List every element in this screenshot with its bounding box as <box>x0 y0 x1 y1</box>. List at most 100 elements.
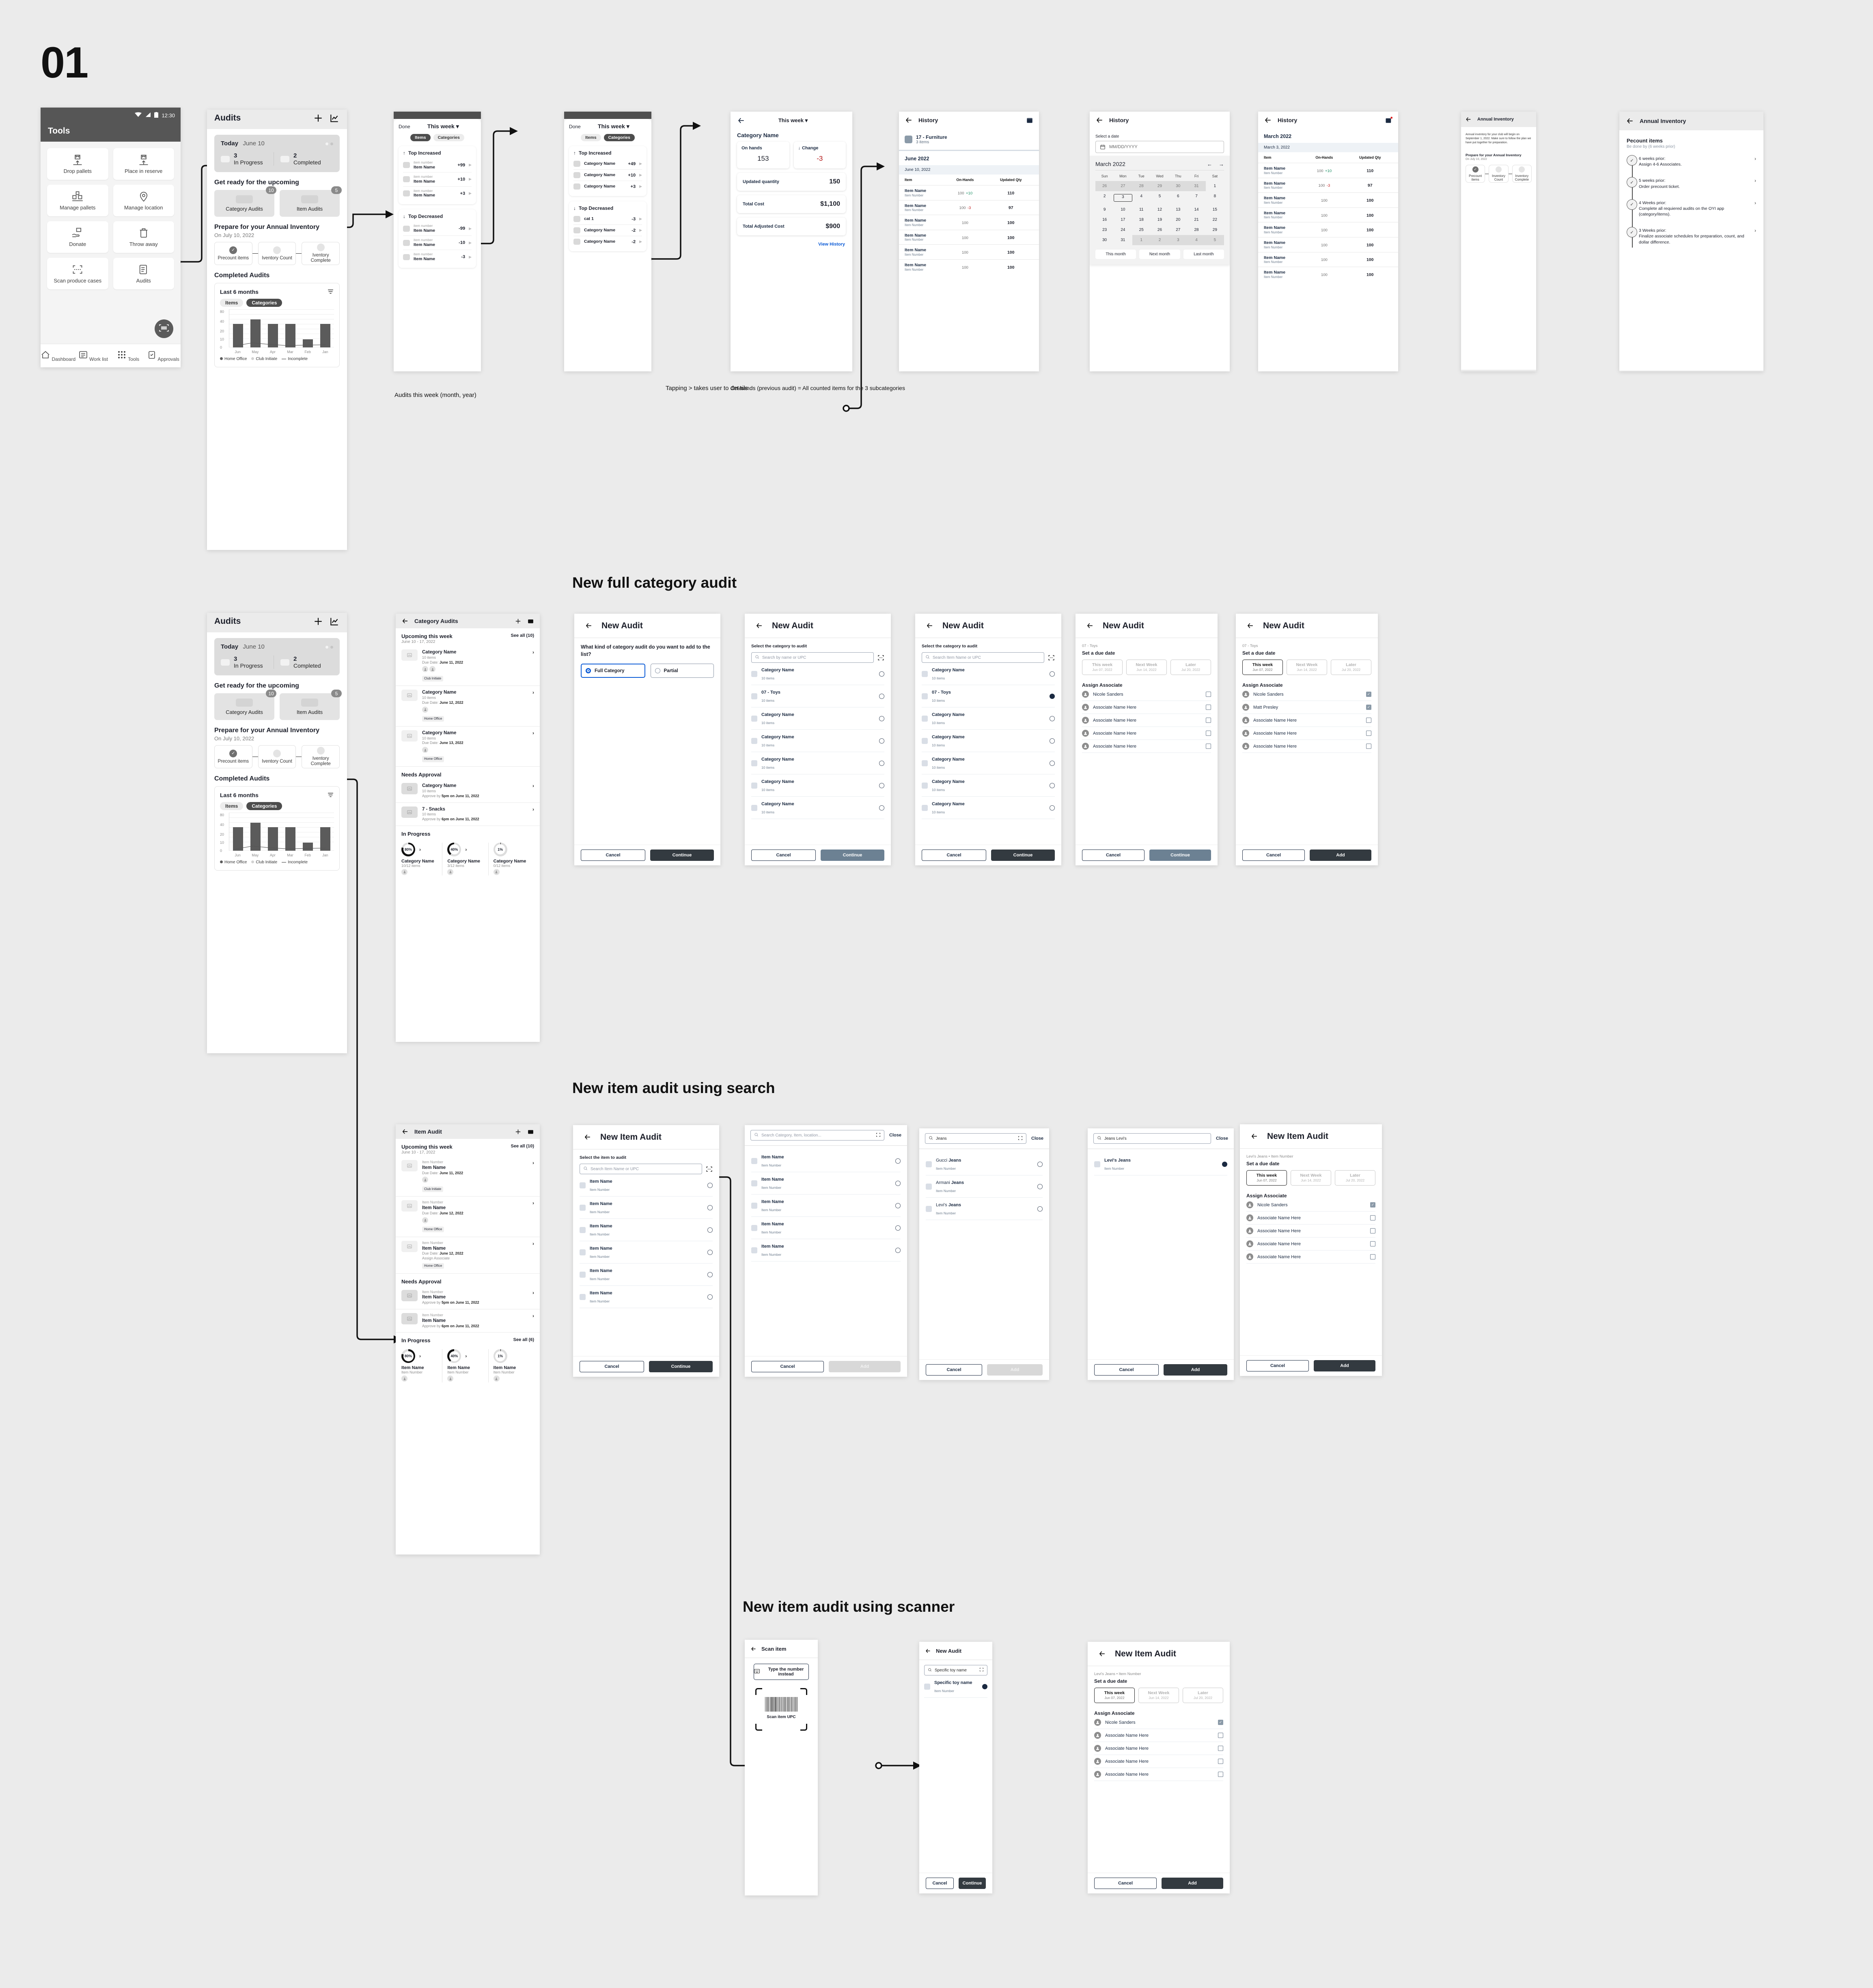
calendar-day[interactable]: 28 <box>1132 181 1151 191</box>
radio-button[interactable] <box>1037 1206 1043 1212</box>
arrow-left-icon[interactable] <box>1246 622 1254 630</box>
radio-button[interactable] <box>879 671 884 677</box>
list-item[interactable]: Item Name Item Number <box>751 1239 901 1261</box>
progress-card[interactable]: 1% Category Name 0/12 items <box>488 842 534 876</box>
calendar-day[interactable]: 12 <box>1151 205 1169 215</box>
tool-card-throw-away[interactable]: Throw away <box>113 221 174 253</box>
progress-card[interactable]: 40% › Category Name 3/12 items <box>442 842 488 876</box>
chip-later[interactable]: Later Jul 20, 2022 <box>1331 660 1371 675</box>
tool-card-scan-produce-cases[interactable]: Scan produce cases <box>47 258 108 289</box>
calendar-day[interactable]: 25 <box>1132 225 1151 235</box>
plus-icon[interactable] <box>515 618 522 625</box>
associate-row[interactable]: Associate Name Here <box>1094 1768 1223 1781</box>
radio-button[interactable] <box>879 738 884 744</box>
list-item[interactable]: Category Name 10 items <box>751 663 884 685</box>
radio-button[interactable] <box>895 1203 901 1208</box>
table-row[interactable]: Item Name Item Number 100 100 <box>899 259 1039 274</box>
calendar-day[interactable]: 10 <box>1114 205 1132 215</box>
scan-icon[interactable] <box>1018 1136 1023 1142</box>
list-item[interactable]: Category Name 10 items <box>922 752 1055 774</box>
associate-row[interactable]: Associate Name Here <box>1242 714 1371 727</box>
radio-button[interactable] <box>707 1227 713 1233</box>
list-item[interactable]: item number Item Name -3 ▶ <box>403 250 472 264</box>
radio-button[interactable] <box>707 1205 713 1210</box>
list-item[interactable]: Category Name +10 ▶ <box>573 170 642 181</box>
checkbox[interactable] <box>1366 731 1371 736</box>
table-row[interactable]: Item Name Item Number 100 100 <box>1258 267 1398 282</box>
radio-button[interactable] <box>707 1182 713 1188</box>
checkbox[interactable] <box>1206 692 1211 697</box>
pill-items[interactable]: Items <box>581 134 601 141</box>
radio-button[interactable] <box>1050 671 1055 677</box>
associate-row[interactable]: Associate Name Here <box>1094 1729 1223 1742</box>
arrow-left-icon[interactable] <box>1250 1132 1258 1140</box>
tool-card-audits[interactable]: Audits <box>113 258 174 289</box>
list-item[interactable]: Category Name 10 items Due Date: June 11… <box>396 646 540 686</box>
trend-icon[interactable] <box>329 616 340 627</box>
radio-button[interactable] <box>895 1158 901 1164</box>
calendar-day[interactable]: 8 <box>1206 191 1224 205</box>
list-item[interactable]: Levi's Jeans Item Number <box>926 1198 1043 1220</box>
scan-icon[interactable] <box>877 654 884 661</box>
calendar-day[interactable]: 6 <box>1169 191 1187 205</box>
checkbox[interactable] <box>1366 718 1371 723</box>
chip-next-week[interactable]: Next Week Jun 14, 2022 <box>1138 1688 1179 1703</box>
calendar-day[interactable]: 5 <box>1205 235 1224 245</box>
checkbox-checked[interactable]: ✓ <box>1218 1720 1223 1725</box>
list-item[interactable]: 07 - Toys 10 items <box>922 685 1055 707</box>
cancel-button[interactable]: Cancel <box>922 850 986 861</box>
continue-button[interactable]: Continue <box>991 850 1055 861</box>
radio-button[interactable] <box>1037 1161 1043 1167</box>
associate-row[interactable]: Associate Name Here <box>1242 727 1371 740</box>
list-item[interactable]: Item Name Item Number <box>580 1174 713 1197</box>
arrow-left-icon[interactable] <box>755 622 763 630</box>
cancel-button[interactable]: Cancel <box>1246 1360 1309 1371</box>
table-row[interactable]: Item Name Item Number 100 -3 97 <box>899 200 1039 215</box>
list-item[interactable]: Category Name 10 items <box>922 774 1055 797</box>
list-item[interactable]: item number Item Name -99 ▶ <box>403 222 472 236</box>
associate-row[interactable]: Associate Name Here <box>1082 714 1211 727</box>
checkbox-checked[interactable]: ✓ <box>1366 692 1371 697</box>
precount-step[interactable]: ✓ 5 weeks prior: Order precount ticket. … <box>1627 177 1756 189</box>
associate-row[interactable]: Matt Presley ✓ <box>1242 701 1371 714</box>
calendar-badge-icon[interactable] <box>1385 116 1392 124</box>
close-button[interactable]: Close <box>889 1133 901 1138</box>
tool-card-place-in-reserve[interactable]: Place in reserve <box>113 148 174 180</box>
calendar-day[interactable]: 18 <box>1132 215 1151 225</box>
period-selector[interactable]: This week ▾ <box>581 123 647 130</box>
arrow-left-icon[interactable] <box>585 622 593 630</box>
arrow-left-icon[interactable] <box>401 617 409 625</box>
calendar-day[interactable]: 20 <box>1169 215 1187 225</box>
calendar-day[interactable]: 15 <box>1206 205 1224 215</box>
scan-icon[interactable] <box>876 1132 881 1138</box>
view-history-link[interactable]: View History <box>731 235 852 247</box>
chip-this-week[interactable]: This week Jun 07, 2022 <box>1242 660 1283 675</box>
continue-button[interactable]: Continue <box>649 1361 713 1372</box>
arrow-left-icon[interactable] <box>1626 117 1634 125</box>
checkbox[interactable] <box>1366 744 1371 749</box>
continue-button[interactable]: Continue <box>650 850 714 861</box>
step-inventory-count[interactable]: Iventory Count <box>258 242 296 265</box>
list-item[interactable]: item number Item Name +99 ▶ <box>403 158 472 172</box>
see-all-link[interactable]: See all (6) <box>513 1337 534 1342</box>
step-inventory-count[interactable]: Iventory Count <box>258 745 296 769</box>
radio-button[interactable] <box>879 760 884 766</box>
radio-button[interactable] <box>1050 783 1055 788</box>
calendar-day[interactable]: 27 <box>1114 181 1132 191</box>
calendar-day-selected[interactable]: 3 <box>1114 191 1132 205</box>
progress-card[interactable]: 80% › Item Name Item Number <box>401 1349 442 1382</box>
radio-full-category[interactable]: Full Category <box>581 664 645 678</box>
search-input[interactable]: Specific toy name <box>924 1665 987 1675</box>
tab-tools[interactable]: Tools <box>111 350 146 362</box>
done-button[interactable]: Done <box>399 124 410 129</box>
table-row[interactable]: Item Name Item Number 100 100 <box>899 229 1039 245</box>
chip-next-week[interactable]: Next Week Jun 14, 2022 <box>1126 660 1167 675</box>
associate-row[interactable]: Associate Name Here <box>1246 1238 1375 1251</box>
associate-row[interactable]: Associate Name Here <box>1082 701 1211 714</box>
search-input[interactable]: Search Item Name or UPC <box>580 1164 702 1174</box>
list-item[interactable]: Item Number Item Name Due Date: June 11,… <box>396 1156 540 1197</box>
table-row[interactable]: Item Name Item Number 100 100 <box>899 215 1039 230</box>
scan-icon[interactable] <box>706 1166 713 1173</box>
associate-row[interactable]: Associate Name Here <box>1246 1212 1375 1225</box>
arrow-left-icon[interactable] <box>750 1646 757 1652</box>
